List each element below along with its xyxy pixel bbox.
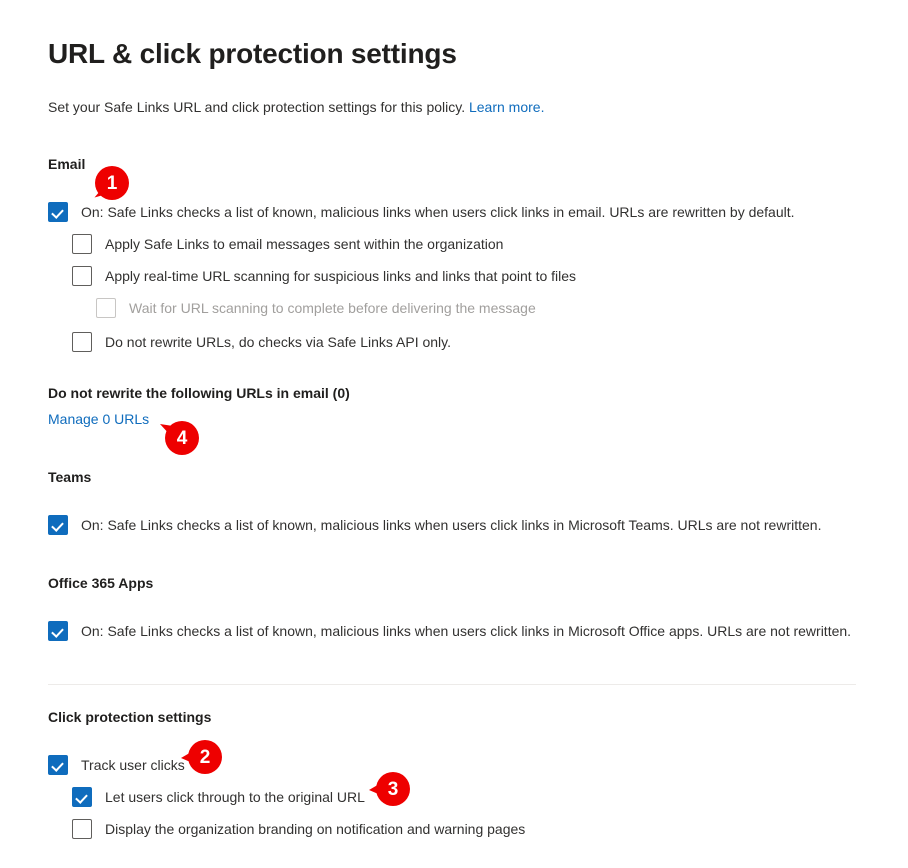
checkbox-no-rewrite-api[interactable] xyxy=(72,332,92,352)
section-label-teams: Teams xyxy=(48,469,92,485)
checkbox-wait-for-scanning xyxy=(96,298,116,318)
checkbox-label-teams-on: On: Safe Links checks a list of known, m… xyxy=(81,517,822,533)
checkbox-org-branding[interactable] xyxy=(72,819,92,839)
checkbox-label-track-user-clicks: Track user clicks xyxy=(81,757,185,773)
section-label-email: Email xyxy=(48,156,86,172)
callout-badge-3-number: 3 xyxy=(387,778,399,800)
checkbox-internal-messages[interactable] xyxy=(72,234,92,254)
checkbox-track-user-clicks[interactable] xyxy=(48,755,68,775)
checkbox-realtime-scanning[interactable] xyxy=(72,266,92,286)
checkbox-click-through-original-url[interactable] xyxy=(72,787,92,807)
checkbox-row-office-on[interactable]: On: Safe Links checks a list of known, m… xyxy=(48,621,851,641)
do-not-rewrite-urls-label: Do not rewrite the following URLs in ema… xyxy=(48,385,350,401)
checkbox-label-no-rewrite-api: Do not rewrite URLs, do checks via Safe … xyxy=(105,334,452,350)
page-subtitle: Set your Safe Links URL and click protec… xyxy=(48,97,544,117)
page-title: URL & click protection settings xyxy=(48,38,457,69)
checkbox-label-office-on: On: Safe Links checks a list of known, m… xyxy=(81,623,852,639)
callout-badge-1: 1 xyxy=(93,164,131,202)
section-divider xyxy=(48,684,856,685)
checkbox-label-wait-for-scanning: Wait for URL scanning to complete before… xyxy=(129,300,536,316)
callout-badge-2-number: 2 xyxy=(199,746,211,768)
checkbox-row-no-rewrite-api[interactable]: Do not rewrite URLs, do checks via Safe … xyxy=(72,332,451,352)
checkbox-label-realtime-scanning: Apply real-time URL scanning for suspici… xyxy=(105,268,577,284)
checkbox-label-click-through-original-url: Let users click through to the original … xyxy=(105,789,365,805)
checkbox-row-click-through-original-url[interactable]: Let users click through to the original … xyxy=(72,787,365,807)
checkbox-office-on[interactable] xyxy=(48,621,68,641)
checkbox-label-email-on: On: Safe Links checks a list of known, m… xyxy=(81,204,795,220)
callout-badge-3: 3 xyxy=(369,770,412,808)
checkbox-row-teams-on[interactable]: On: Safe Links checks a list of known, m… xyxy=(48,515,821,535)
checkbox-label-internal-messages: Apply Safe Links to email messages sent … xyxy=(105,236,504,252)
checkbox-row-org-branding[interactable]: Display the organization branding on not… xyxy=(72,819,525,839)
checkbox-label-org-branding: Display the organization branding on not… xyxy=(105,821,526,837)
section-label-office365: Office 365 Apps xyxy=(48,575,154,591)
callout-badge-4: 4 xyxy=(160,419,201,457)
manage-urls-link[interactable]: Manage 0 URLs xyxy=(48,409,149,429)
checkbox-row-realtime-scanning[interactable]: Apply real-time URL scanning for suspici… xyxy=(72,266,576,286)
callout-badge-1-number: 1 xyxy=(106,172,118,194)
section-label-click-protection: Click protection settings xyxy=(48,709,212,725)
callout-badge-2: 2 xyxy=(181,738,224,776)
checkbox-teams-on[interactable] xyxy=(48,515,68,535)
checkbox-row-internal-messages[interactable]: Apply Safe Links to email messages sent … xyxy=(72,234,503,254)
subtitle-text: Set your Safe Links URL and click protec… xyxy=(48,99,466,115)
checkbox-email-on[interactable] xyxy=(48,202,68,222)
checkbox-row-wait-for-scanning: Wait for URL scanning to complete before… xyxy=(96,298,536,318)
learn-more-link[interactable]: Learn more. xyxy=(469,99,544,115)
checkbox-row-track-user-clicks[interactable]: Track user clicks xyxy=(48,755,185,775)
callout-badge-4-number: 4 xyxy=(176,427,188,449)
checkbox-row-email-on[interactable]: On: Safe Links checks a list of known, m… xyxy=(48,202,795,222)
